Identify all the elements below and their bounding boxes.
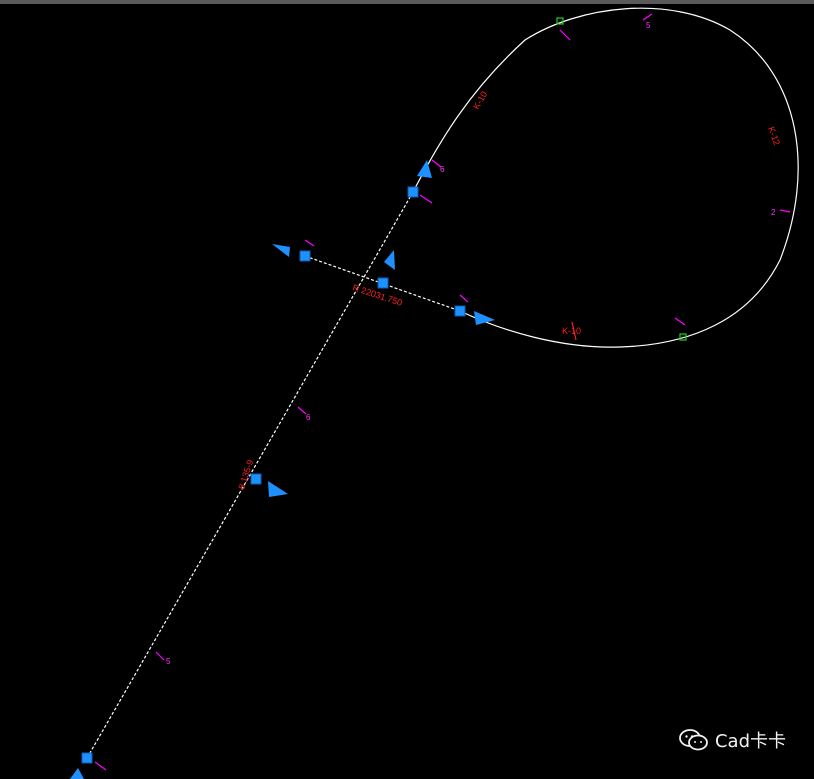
vertex-grip[interactable] xyxy=(454,305,466,317)
station-tick xyxy=(419,194,433,204)
drawing-canvas[interactable]: 5 2 6 6 5 K-10 K-12 K-10 R 22031.750 8.1… xyxy=(0,0,814,779)
station-label: 5 xyxy=(166,657,171,666)
station-tick xyxy=(559,29,571,41)
vertex-grip[interactable] xyxy=(299,250,311,262)
watermark: Cad卡卡 xyxy=(679,727,786,753)
direction-grip[interactable] xyxy=(272,244,290,257)
curve-label: K-10 xyxy=(562,326,581,336)
station-tick xyxy=(459,294,469,303)
curve-label: K-12 xyxy=(766,125,782,146)
station-label: 6 xyxy=(306,413,311,422)
wechat-icon xyxy=(679,729,708,751)
curve-label: K-10 xyxy=(471,90,489,111)
watermark-text: Cad卡卡 xyxy=(714,731,786,752)
station-tick xyxy=(642,13,653,21)
vertex-grip[interactable] xyxy=(377,277,389,289)
station-label: 2 xyxy=(771,208,776,217)
direction-grip[interactable] xyxy=(474,311,495,325)
station-tick xyxy=(155,651,165,661)
direction-grip[interactable] xyxy=(70,768,84,779)
grip-readout: R 22031.750 xyxy=(351,282,403,307)
station-tick xyxy=(674,317,686,326)
direction-grip[interactable] xyxy=(417,160,432,178)
loop-curve[interactable] xyxy=(412,7,799,348)
station-label: 6 xyxy=(440,165,445,174)
station-tick xyxy=(94,761,107,771)
station-label: 5 xyxy=(646,21,651,30)
cad-viewport[interactable]: 5 2 6 6 5 K-10 K-12 K-10 R 22031.750 8.1… xyxy=(0,0,814,779)
vertex-grip[interactable] xyxy=(81,752,93,764)
station-ticks xyxy=(94,13,791,771)
direction-grip[interactable] xyxy=(384,250,395,270)
vertex-grip[interactable] xyxy=(250,473,262,485)
station-tick xyxy=(779,209,791,213)
direction-grip[interactable] xyxy=(268,481,288,497)
station-tick xyxy=(297,406,307,415)
station-tick xyxy=(304,239,315,247)
vertex-grip[interactable] xyxy=(407,186,419,198)
